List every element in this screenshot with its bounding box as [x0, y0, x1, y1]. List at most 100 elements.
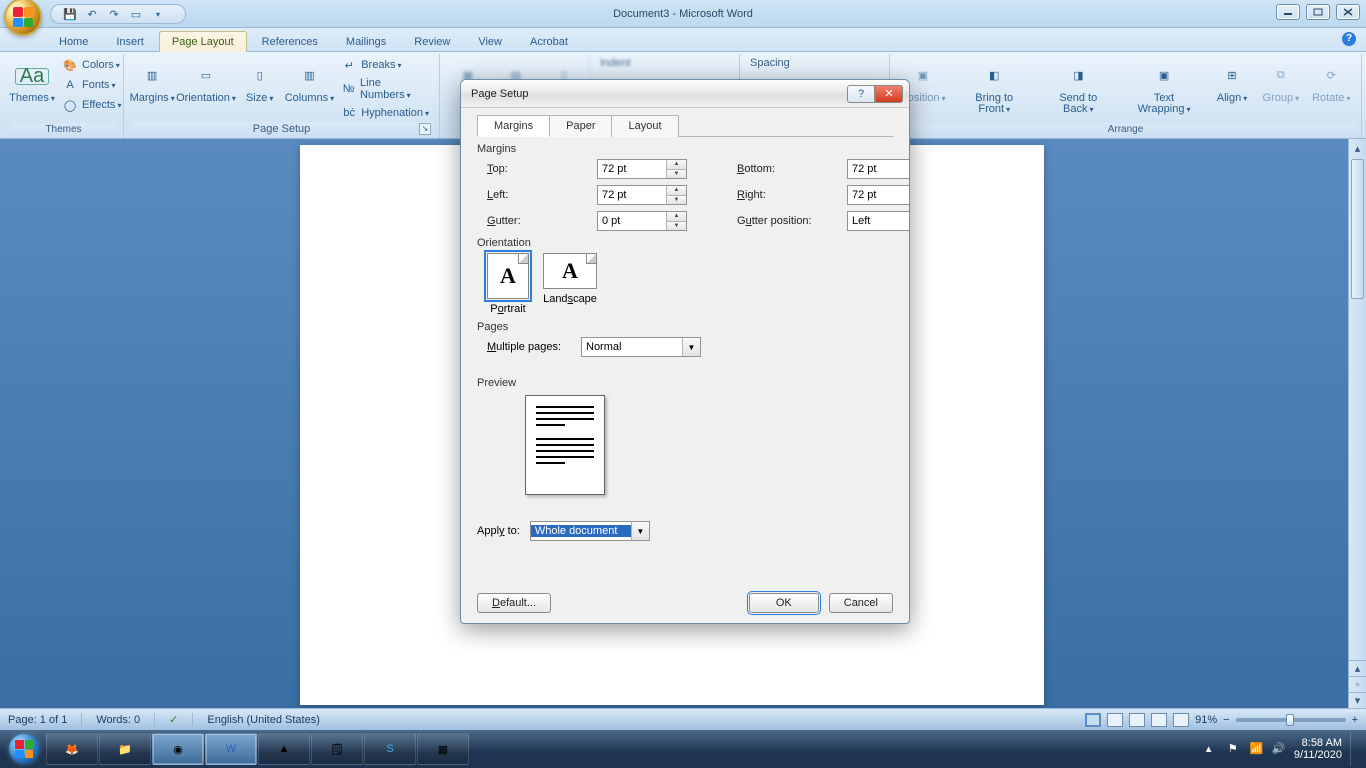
taskbar-notes[interactable]: 🗒 — [311, 733, 363, 765]
taskbar-app[interactable]: ▦ — [417, 733, 469, 765]
themes-label: Themes — [9, 93, 55, 104]
spinner-bottom[interactable]: ▲▼ — [847, 159, 910, 179]
spinner-right[interactable]: ▲▼ — [847, 185, 910, 205]
scroll-up-icon[interactable]: ▴ — [1349, 139, 1366, 157]
tray-volume-icon[interactable]: 🔊 — [1272, 742, 1286, 756]
spinner-top[interactable]: ▲▼ — [597, 159, 687, 179]
theme-effects-button[interactable]: ◯Effects — [58, 96, 125, 114]
minimize-button[interactable] — [1276, 4, 1300, 20]
chevron-down-icon[interactable]: ▼ — [631, 522, 649, 540]
next-page-icon[interactable]: ▾ — [1349, 692, 1366, 708]
tab-references[interactable]: References — [249, 31, 331, 52]
browse-object-icon[interactable]: ◦ — [1349, 676, 1366, 692]
taskbar-skype[interactable]: S — [364, 733, 416, 765]
spin-up-icon[interactable]: ▲ — [667, 160, 686, 170]
web-layout-view-icon[interactable] — [1129, 713, 1145, 727]
undo-icon[interactable]: ↶ — [85, 7, 99, 21]
tab-home[interactable]: Home — [46, 31, 101, 52]
page-setup-launcher[interactable]: ↘ — [419, 123, 431, 135]
section-preview: Preview — [477, 377, 893, 389]
orientation-landscape[interactable]: A Landscape — [543, 253, 597, 315]
group-button[interactable]: ⧉Group — [1258, 56, 1304, 107]
rotate-button[interactable]: ⟳Rotate — [1308, 56, 1355, 107]
spinner-left[interactable]: ▲▼ — [597, 185, 687, 205]
zoom-out-icon[interactable]: − — [1223, 714, 1229, 726]
line-numbers-button[interactable]: №Line Numbers — [337, 76, 433, 102]
zoom-in-icon[interactable]: + — [1352, 714, 1358, 726]
default-button[interactable]: Default... — [477, 593, 551, 613]
status-page[interactable]: Page: 1 of 1 — [8, 714, 67, 726]
status-words[interactable]: Words: 0 — [96, 714, 140, 726]
scroll-thumb[interactable] — [1351, 159, 1364, 299]
spinner-gutter[interactable]: ▲▼ — [597, 211, 687, 231]
hyphenation-button[interactable]: bċHyphenation — [337, 104, 433, 122]
dialog-help-button[interactable]: ? — [847, 85, 875, 103]
margins-button[interactable]: ▥Margins — [130, 56, 174, 107]
spin-down-icon[interactable]: ▼ — [667, 170, 686, 179]
align-button[interactable]: ⊞Align — [1210, 56, 1254, 107]
tray-flag-icon[interactable]: ⚑ — [1228, 742, 1242, 756]
status-bar: Page: 1 of 1 Words: 0 ✓ English (United … — [0, 708, 1366, 730]
save-icon[interactable]: 💾 — [63, 7, 77, 21]
taskbar-explorer[interactable]: 📁 — [99, 733, 151, 765]
prev-page-icon[interactable]: ▴ — [1349, 660, 1366, 676]
combo-multiple-pages[interactable]: Normal▼ — [581, 337, 701, 357]
tray-network-icon[interactable]: 📶 — [1250, 742, 1264, 756]
tab-acrobat[interactable]: Acrobat — [517, 31, 581, 52]
orientation-portrait[interactable]: A Portrait — [487, 253, 529, 315]
outline-view-icon[interactable] — [1151, 713, 1167, 727]
ok-button[interactable]: OK — [749, 593, 819, 613]
help-icon[interactable]: ? — [1342, 32, 1356, 46]
group-themes: Themes — [10, 123, 117, 136]
taskbar-chrome[interactable]: ◉ — [152, 733, 204, 765]
section-margins: Margins — [477, 143, 893, 155]
themes-button[interactable]: Aa Themes — [10, 56, 54, 107]
taskbar-word[interactable]: W — [205, 733, 257, 765]
theme-fonts-button[interactable]: AFonts — [58, 76, 125, 94]
zoom-slider[interactable] — [1236, 718, 1346, 722]
draft-view-icon[interactable] — [1173, 713, 1189, 727]
taskbar-firefox[interactable]: 🦊 — [46, 733, 98, 765]
tab-insert[interactable]: Insert — [103, 31, 157, 52]
size-button[interactable]: ▯Size — [238, 56, 282, 107]
tray-expand-icon[interactable]: ▴ — [1206, 742, 1220, 756]
combo-apply-to[interactable]: Whole document▼ — [530, 521, 650, 541]
cancel-button[interactable]: Cancel — [829, 593, 893, 613]
vertical-scrollbar[interactable]: ▴ ▴ ◦ ▾ — [1348, 139, 1366, 708]
print-layout-view-icon[interactable] — [1085, 713, 1101, 727]
bring-front-button[interactable]: ◧Bring to Front — [954, 56, 1035, 118]
close-button[interactable] — [1336, 4, 1360, 20]
system-clock[interactable]: 8:58 AM 9/11/2020 — [1294, 737, 1342, 761]
qat-customize-icon[interactable]: ▾ — [151, 7, 165, 21]
tab-mailings[interactable]: Mailings — [333, 31, 399, 52]
tab-page-layout[interactable]: Page Layout — [159, 31, 247, 52]
maximize-button[interactable] — [1306, 4, 1330, 20]
theme-colors-button[interactable]: 🎨Colors — [58, 56, 125, 74]
tab-view[interactable]: View — [465, 31, 515, 52]
section-orientation: Orientation — [477, 237, 893, 249]
redo-icon[interactable]: ↷ — [107, 7, 121, 21]
dialog-title-bar[interactable]: Page Setup ? ✕ — [461, 80, 909, 108]
breaks-button[interactable]: ↵Breaks — [337, 56, 433, 74]
zoom-level[interactable]: 91% — [1195, 714, 1217, 726]
taskbar-vlc[interactable]: ▲ — [258, 733, 310, 765]
columns-button[interactable]: ▥Columns — [286, 56, 334, 107]
dialog-tab-margins[interactable]: Margins — [477, 115, 550, 137]
dialog-tab-paper[interactable]: Paper — [550, 115, 612, 137]
tab-review[interactable]: Review — [401, 31, 463, 52]
new-doc-icon[interactable]: ▭ — [129, 7, 143, 21]
combo-gutter-position[interactable]: Left▼ — [847, 211, 910, 231]
orientation-button[interactable]: ▭Orientation — [178, 56, 233, 107]
dialog-tab-layout[interactable]: Layout — [612, 115, 678, 137]
dialog-close-button[interactable]: ✕ — [875, 85, 903, 103]
full-screen-view-icon[interactable] — [1107, 713, 1123, 727]
show-desktop-button[interactable] — [1350, 732, 1358, 766]
text-wrap-button[interactable]: ▣Text Wrapping — [1122, 56, 1206, 118]
send-back-button[interactable]: ◨Send to Back — [1039, 56, 1118, 118]
status-language[interactable]: English (United States) — [207, 714, 320, 726]
ribbon-tabs: Home Insert Page Layout References Maili… — [0, 28, 1366, 52]
chevron-down-icon[interactable]: ▼ — [682, 338, 700, 356]
start-button[interactable] — [2, 732, 46, 766]
proofing-icon[interactable]: ✓ — [169, 713, 178, 726]
page-preview — [525, 395, 605, 495]
